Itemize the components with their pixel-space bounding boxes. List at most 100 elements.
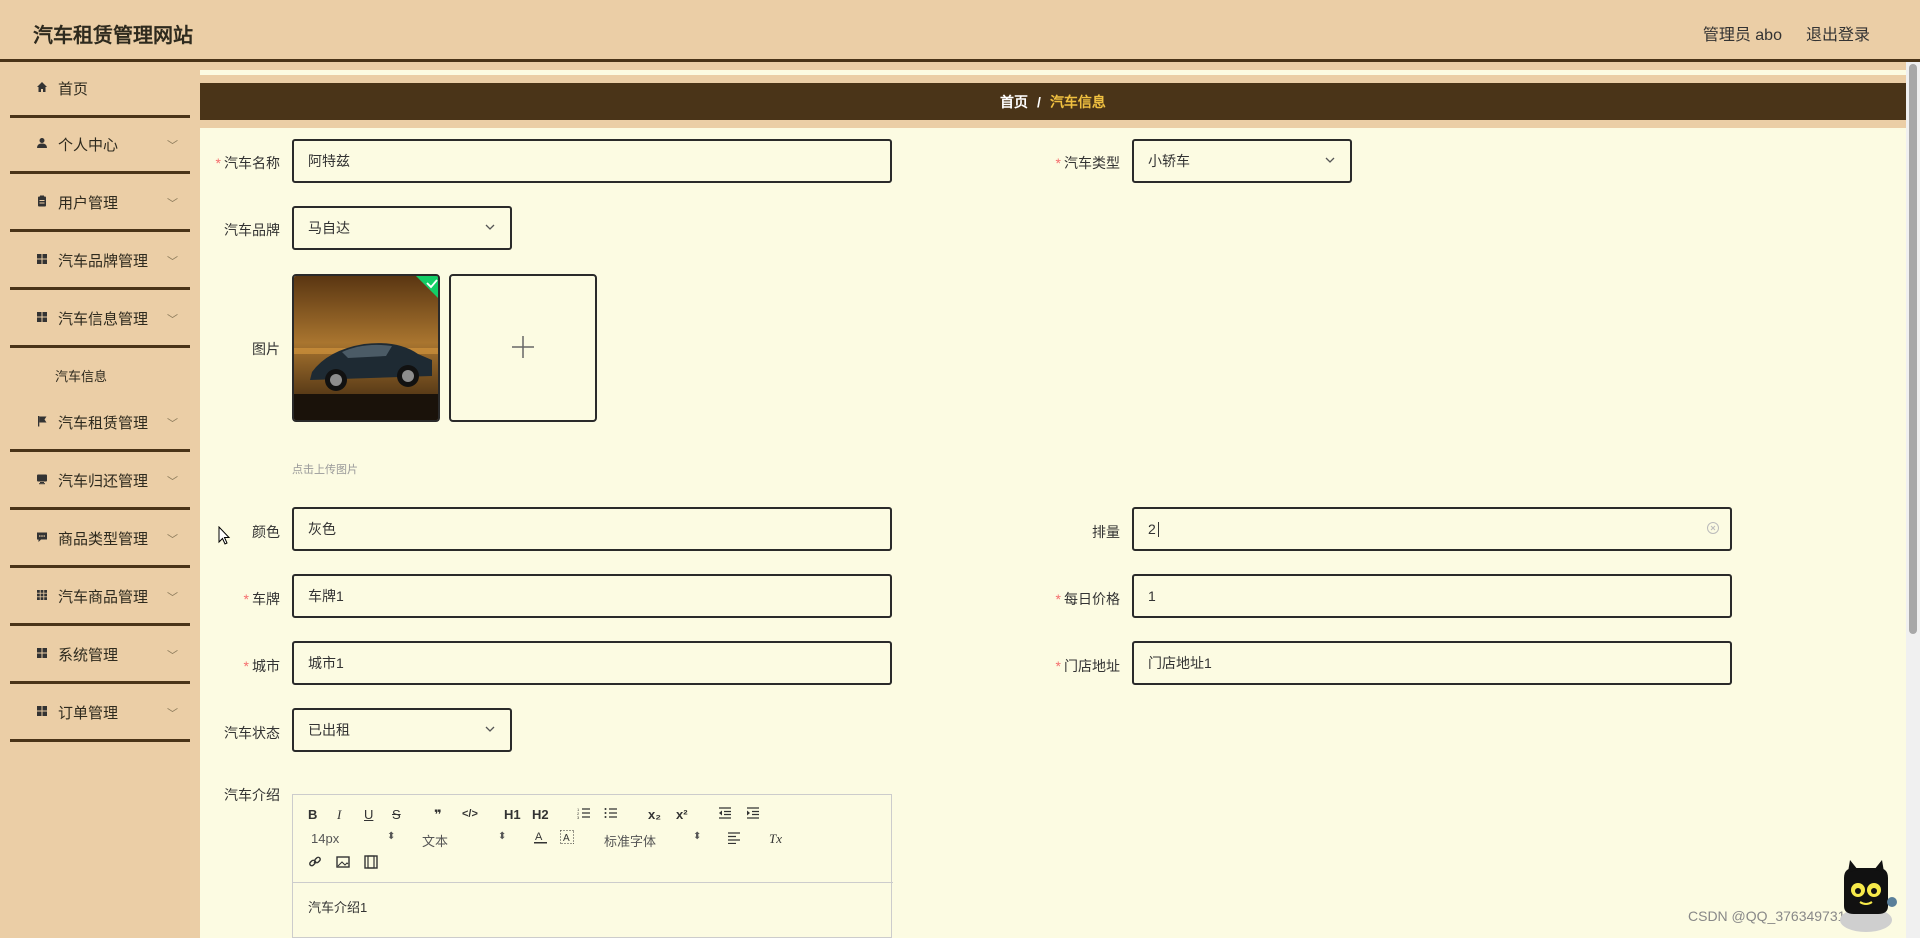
plus-icon bbox=[511, 329, 535, 368]
city-input[interactable]: 城市1 bbox=[292, 641, 892, 685]
chevron-down-icon: ﹀ bbox=[167, 198, 178, 210]
watermark-text: CSDN @QQ_3763497310 bbox=[1688, 908, 1854, 924]
displacement-label: 排量 bbox=[1092, 524, 1120, 540]
header-user-area: 管理员 abo 退出登录 bbox=[1703, 21, 1870, 45]
sidebar-item-personal-center[interactable]: 个人中心 ﹀ bbox=[10, 118, 190, 174]
superscript-button[interactable]: x² bbox=[676, 807, 688, 822]
text-type-arrows-icon: ⬍ bbox=[498, 831, 507, 842]
uploaded-car-image[interactable] bbox=[292, 274, 440, 422]
breadcrumb-current: 汽车信息 bbox=[1049, 93, 1106, 110]
font-size-select[interactable]: 14px bbox=[311, 831, 339, 846]
font-family-select[interactable]: 标准字体 bbox=[604, 831, 656, 850]
ordered-list-icon[interactable]: 123 bbox=[577, 807, 591, 822]
scrollbar-thumb[interactable] bbox=[1909, 64, 1917, 634]
sidebar-item-car-product-management[interactable]: 汽车商品管理 ﹀ bbox=[10, 570, 190, 626]
background-color-icon[interactable]: A bbox=[559, 829, 575, 847]
mouse-cursor-icon bbox=[218, 525, 232, 551]
strike-button[interactable]: S bbox=[392, 807, 401, 822]
store-address-label: * 门店地址 bbox=[1055, 658, 1120, 674]
rich-text-editor[interactable]: B I U S ❞ </> H1 H2 123 x₂ x² 14px ⬍ 文本 … bbox=[292, 794, 893, 938]
align-left-icon[interactable] bbox=[727, 832, 741, 847]
sidebar-item-rental-management[interactable]: 汽车租赁管理 ﹀ bbox=[10, 396, 190, 452]
indent-icon[interactable] bbox=[746, 807, 760, 822]
sidebar-item-car-info-management[interactable]: 汽车信息管理 ﹀ bbox=[10, 292, 190, 348]
car-name-input[interactable]: 阿特兹 bbox=[292, 139, 892, 183]
upload-add-button[interactable] bbox=[449, 274, 597, 422]
text-cursor bbox=[1157, 521, 1159, 537]
chevron-down-icon: ﹀ bbox=[167, 314, 178, 326]
sidebar-item-label: 用户管理 bbox=[58, 195, 119, 212]
clear-format-button[interactable]: Tx bbox=[769, 831, 782, 847]
monitor-icon bbox=[35, 473, 49, 488]
chevron-down-icon: ﹀ bbox=[167, 140, 178, 152]
h2-button[interactable]: H2 bbox=[532, 807, 549, 822]
plate-input[interactable]: 车牌1 bbox=[292, 574, 892, 618]
image-icon[interactable] bbox=[336, 855, 350, 872]
car-type-select[interactable]: 小轿车 bbox=[1132, 139, 1352, 183]
chevron-down-icon: ﹀ bbox=[167, 592, 178, 604]
sidebar-item-brand-management[interactable]: 汽车品牌管理 ﹀ bbox=[10, 234, 190, 290]
sidebar-item-return-management[interactable]: 汽车归还管理 ﹀ bbox=[10, 454, 190, 510]
status-select[interactable]: 已出租 bbox=[292, 708, 512, 752]
sidebar-item-product-type-management[interactable]: 商品类型管理 ﹀ bbox=[10, 512, 190, 568]
subscript-button[interactable]: x₂ bbox=[648, 807, 661, 822]
chevron-down-icon: ﹀ bbox=[167, 418, 178, 430]
car-brand-label: 汽车品牌 bbox=[224, 222, 280, 238]
daily-price-label: * 每日价格 bbox=[1055, 591, 1120, 607]
code-button[interactable]: </> bbox=[462, 808, 478, 820]
bullet-list-icon[interactable] bbox=[604, 807, 618, 822]
quote-button[interactable]: ❞ bbox=[434, 807, 442, 823]
text-type-select[interactable]: 文本 bbox=[422, 831, 448, 850]
breadcrumb-separator: / bbox=[1037, 93, 1041, 110]
sidebar-subitem-car-info[interactable]: 汽车信息 bbox=[55, 366, 107, 385]
font-size-arrows-icon: ⬍ bbox=[387, 831, 396, 842]
home-icon bbox=[35, 81, 49, 96]
italic-button[interactable]: I bbox=[337, 807, 341, 823]
breadcrumb: 首页 / 汽车信息 bbox=[200, 83, 1906, 120]
sidebar-item-label: 汽车品牌管理 bbox=[58, 253, 149, 270]
color-input[interactable]: 灰色 bbox=[292, 507, 892, 551]
chevron-down-icon: ﹀ bbox=[167, 650, 178, 662]
video-icon[interactable] bbox=[364, 855, 378, 872]
status-label: 汽车状态 bbox=[224, 725, 280, 741]
sidebar: 首页 个人中心 ﹀ 用户管理 ﹀ 汽车品牌管理 ﹀ 汽车信息管理 ﹀ 汽车信息 … bbox=[0, 62, 200, 938]
underline-button[interactable]: U bbox=[364, 807, 373, 822]
sidebar-item-home[interactable]: 首页 bbox=[10, 62, 190, 118]
clear-icon[interactable] bbox=[1706, 521, 1720, 538]
car-type-label: * 汽车类型 bbox=[1055, 155, 1120, 171]
h1-button[interactable]: H1 bbox=[504, 807, 521, 822]
top-band: 首页 / 汽车信息 bbox=[200, 62, 1906, 128]
color-label: 颜色 bbox=[252, 524, 280, 540]
sidebar-item-label: 首页 bbox=[58, 81, 89, 98]
breadcrumb-home[interactable]: 首页 bbox=[1000, 92, 1028, 112]
car-brand-select[interactable]: 马自达 bbox=[292, 206, 512, 250]
font-color-icon[interactable]: A bbox=[534, 830, 547, 847]
store-address-input[interactable]: 门店地址1 bbox=[1132, 641, 1732, 685]
car-name-label: * 汽车名称 bbox=[215, 155, 280, 171]
sidebar-item-order-management[interactable]: 订单管理 ﹀ bbox=[10, 686, 190, 742]
outdent-icon[interactable] bbox=[718, 807, 732, 822]
svg-text:A: A bbox=[563, 833, 570, 844]
svg-text:A: A bbox=[535, 831, 543, 843]
link-icon[interactable] bbox=[308, 855, 322, 872]
daily-price-input[interactable]: 1 bbox=[1132, 574, 1732, 618]
sidebar-item-system-management[interactable]: 系统管理 ﹀ bbox=[10, 628, 190, 684]
displacement-input[interactable]: 2 bbox=[1132, 507, 1732, 551]
scrollbar[interactable] bbox=[1906, 62, 1920, 938]
admin-username[interactable]: 管理员 abo bbox=[1703, 21, 1782, 45]
grid-icon bbox=[35, 311, 49, 326]
sidebar-item-label: 汽车租赁管理 bbox=[58, 415, 149, 432]
apps-icon bbox=[35, 589, 49, 604]
sidebar-item-label: 系统管理 bbox=[58, 647, 119, 664]
bold-button[interactable]: B bbox=[308, 807, 317, 822]
chevron-down-icon bbox=[484, 723, 496, 738]
chat-icon bbox=[35, 531, 49, 546]
sidebar-item-label: 商品类型管理 bbox=[58, 531, 149, 548]
flag-icon bbox=[35, 415, 49, 430]
sidebar-item-user-management[interactable]: 用户管理 ﹀ bbox=[10, 176, 190, 232]
clipboard-icon bbox=[35, 195, 49, 210]
logout-link[interactable]: 退出登录 bbox=[1806, 21, 1870, 45]
editor-content[interactable]: 汽车介绍1 bbox=[308, 897, 367, 916]
top-header: 汽车租赁管理网站 管理员 abo 退出登录 bbox=[0, 0, 1920, 62]
sidebar-item-label: 汽车信息管理 bbox=[58, 311, 149, 328]
